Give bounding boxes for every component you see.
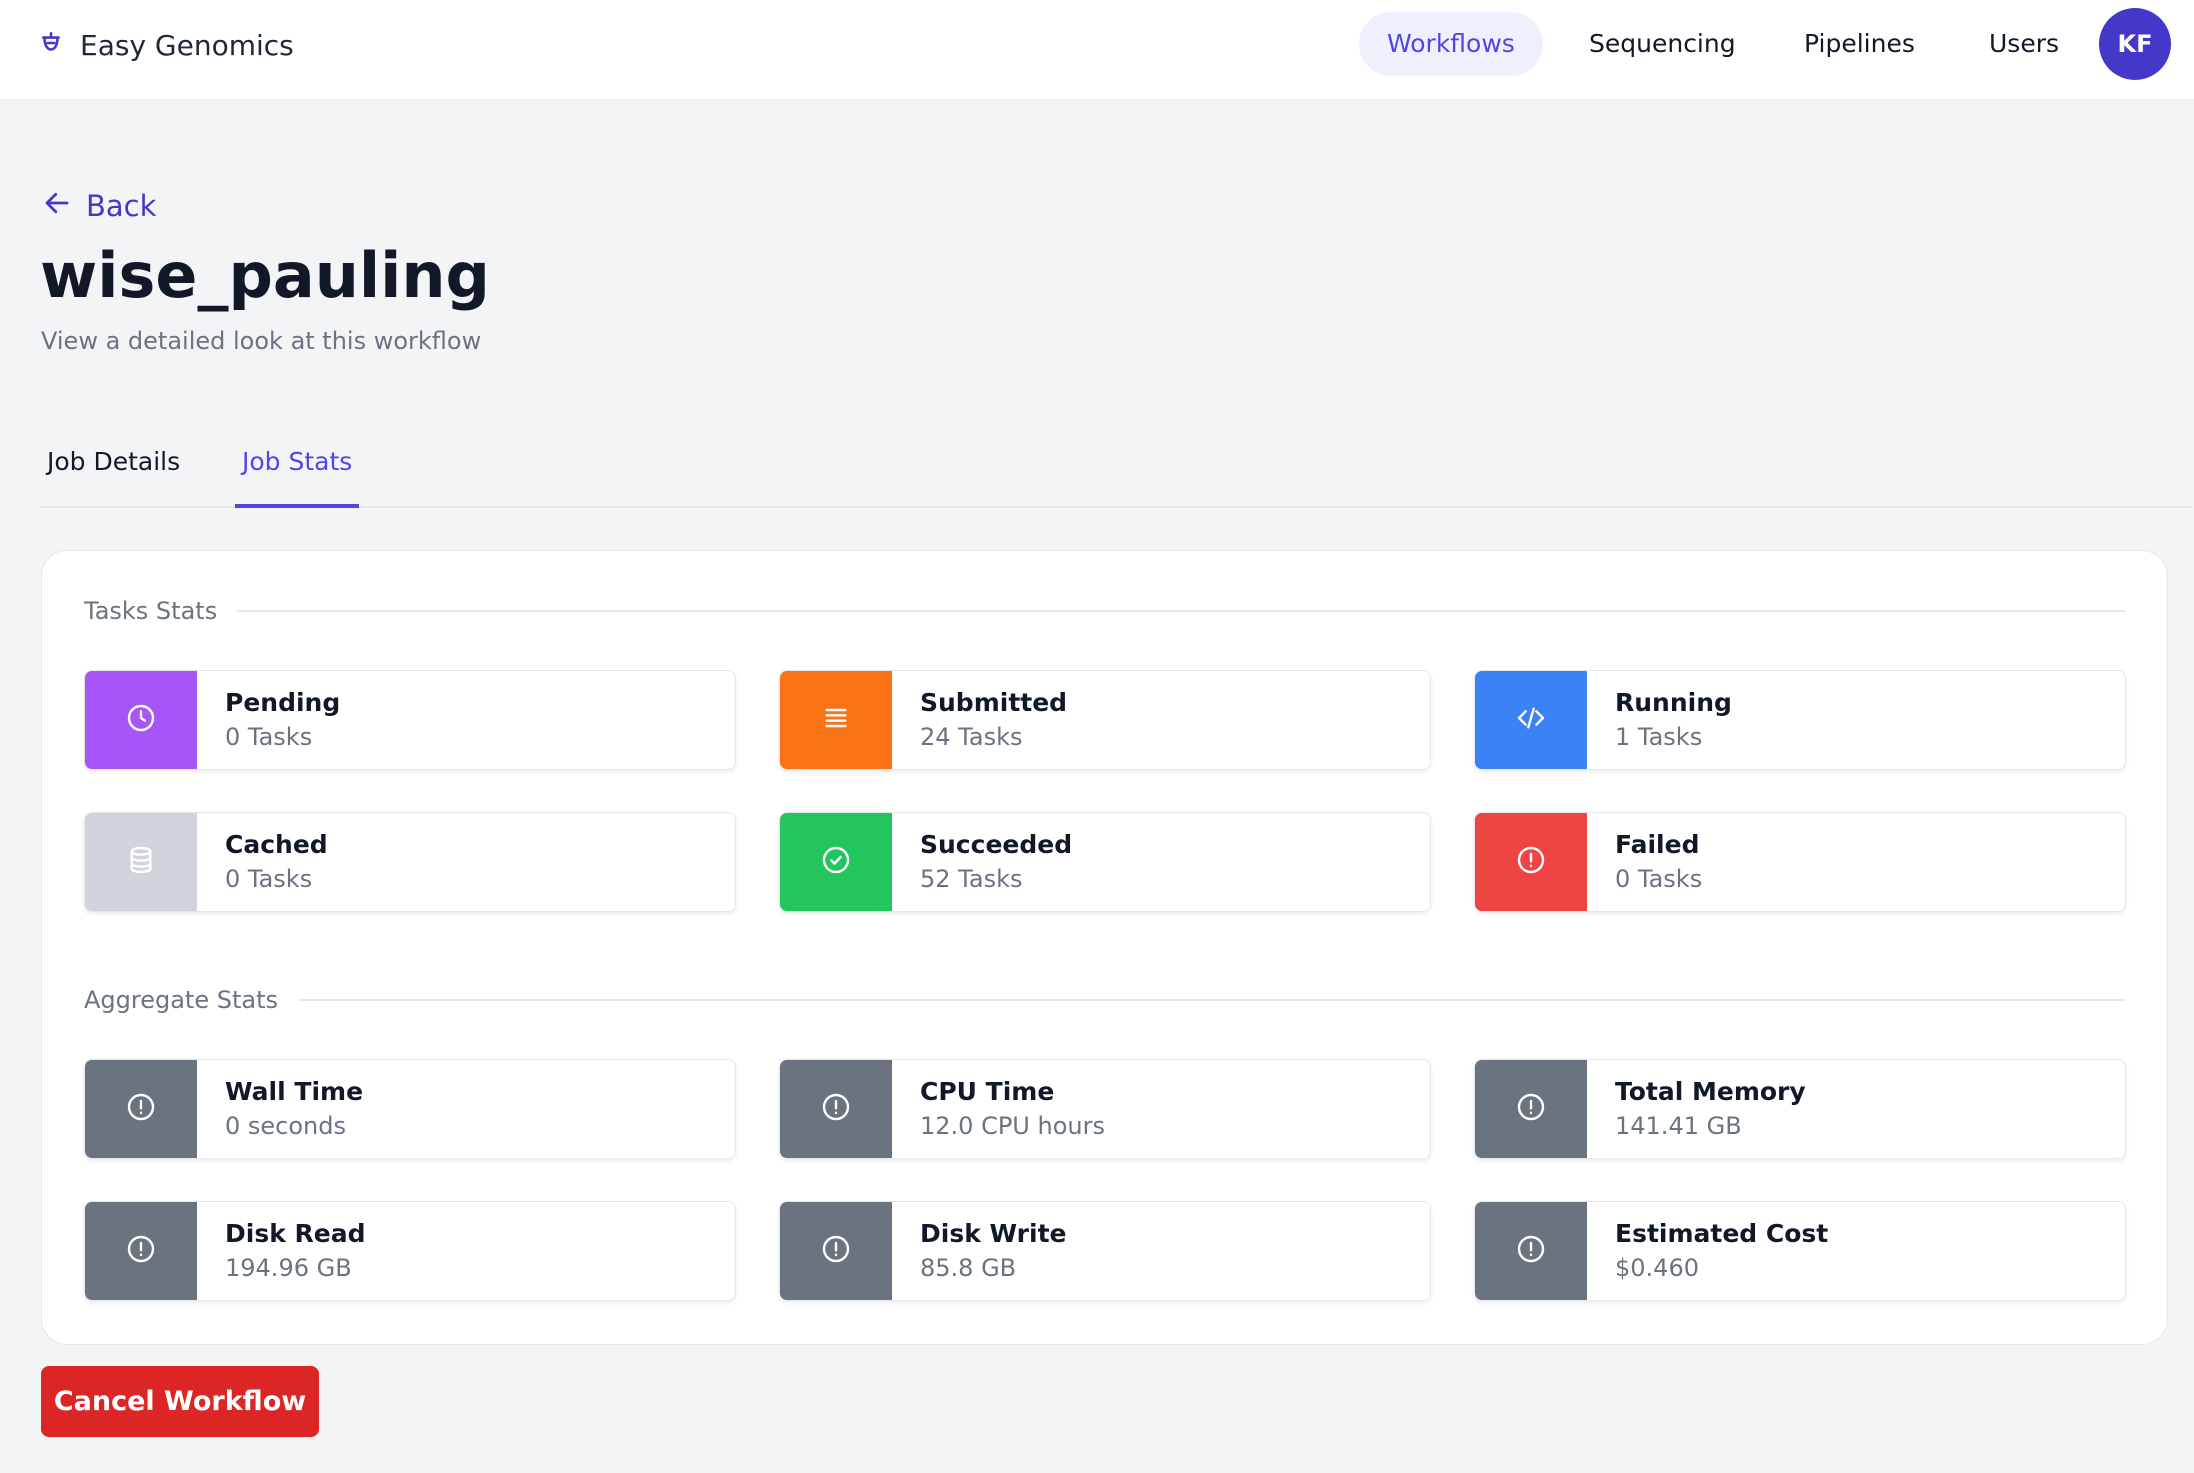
stat-card-label: Disk Write bbox=[920, 1219, 1067, 1248]
stat-card-value: 12.0 CPU hours bbox=[920, 1112, 1105, 1140]
stat-card-label: Running bbox=[1615, 688, 1732, 717]
stat-card-label: CPU Time bbox=[920, 1077, 1055, 1106]
alert-circle-icon bbox=[1515, 1233, 1547, 1269]
stat-card-estimated-cost: Estimated Cost $0.460 bbox=[1474, 1201, 2126, 1301]
alert-circle-icon bbox=[125, 1091, 157, 1127]
stat-card-cpu-time: CPU Time 12.0 CPU hours bbox=[779, 1059, 1431, 1159]
stat-card-icon-box bbox=[780, 1202, 892, 1300]
alert-circle-icon bbox=[125, 1233, 157, 1269]
page-title: wise_pauling bbox=[40, 239, 490, 312]
stat-card-wall-time: Wall Time 0 seconds bbox=[84, 1059, 736, 1159]
stat-card-value: 0 Tasks bbox=[225, 723, 313, 751]
stat-card-value: 141.41 GB bbox=[1615, 1112, 1742, 1140]
logo-icon bbox=[38, 30, 80, 60]
stat-card-label: Wall Time bbox=[225, 1077, 364, 1106]
alert-circle-icon bbox=[820, 1091, 852, 1127]
check-circle-icon bbox=[820, 844, 852, 880]
tab-job-stats[interactable]: Job Stats bbox=[235, 432, 360, 508]
user-avatar[interactable]: KF bbox=[2099, 8, 2171, 80]
stat-card-icon-box bbox=[1475, 1060, 1587, 1158]
nav-item-workflows[interactable]: Workflows bbox=[1359, 12, 1543, 76]
aggregate-stats-header: Aggregate Stats bbox=[84, 986, 2126, 1014]
stat-card-icon-box bbox=[780, 1060, 892, 1158]
tab-bar: Job Details Job Stats bbox=[40, 432, 2192, 508]
stat-card-icon-box bbox=[85, 1060, 197, 1158]
divider bbox=[298, 999, 2126, 1001]
stat-card-icon-box bbox=[780, 813, 892, 911]
stat-card-icon-box bbox=[1475, 813, 1587, 911]
stat-card-label: Succeeded bbox=[920, 830, 1073, 859]
brand[interactable]: Easy Genomics bbox=[38, 28, 294, 62]
stat-card-label: Total Memory bbox=[1615, 1077, 1806, 1106]
nav-item-pipelines[interactable]: Pipelines bbox=[1776, 12, 1943, 76]
stat-card-icon-box bbox=[1475, 1202, 1587, 1300]
app-name: Easy Genomics bbox=[80, 28, 294, 62]
stat-card-value: 24 Tasks bbox=[920, 723, 1023, 751]
stat-card-label: Disk Read bbox=[225, 1219, 366, 1248]
stat-card-label: Pending bbox=[225, 688, 341, 717]
stat-card-value: 194.96 GB bbox=[225, 1254, 352, 1282]
stats-panel: Tasks Stats Pending 0 Tasks Submitted 24… bbox=[41, 550, 2168, 1345]
stat-card-label: Cached bbox=[225, 830, 328, 859]
tasks-stats-title: Tasks Stats bbox=[84, 597, 218, 625]
divider bbox=[237, 610, 2126, 612]
stat-card-failed: Failed 0 Tasks bbox=[1474, 812, 2126, 912]
aggregate-stats-title: Aggregate Stats bbox=[84, 986, 279, 1014]
nav-item-sequencing[interactable]: Sequencing bbox=[1561, 12, 1764, 76]
stat-card-succeeded: Succeeded 52 Tasks bbox=[779, 812, 1431, 912]
stat-card-submitted: Submitted 24 Tasks bbox=[779, 670, 1431, 770]
list-icon bbox=[820, 702, 852, 738]
stat-card-disk-read: Disk Read 194.96 GB bbox=[84, 1201, 736, 1301]
stat-card-disk-write: Disk Write 85.8 GB bbox=[779, 1201, 1431, 1301]
tasks-stats-header: Tasks Stats bbox=[84, 597, 2126, 625]
stat-card-value: 1 Tasks bbox=[1615, 723, 1703, 751]
stat-card-icon-box bbox=[85, 1202, 197, 1300]
alert-circle-icon bbox=[820, 1233, 852, 1269]
tab-job-details[interactable]: Job Details bbox=[47, 432, 180, 508]
clock-icon bbox=[125, 702, 157, 738]
code-icon bbox=[1515, 702, 1547, 738]
stat-card-label: Estimated Cost bbox=[1615, 1219, 1829, 1248]
stat-card-running: Running 1 Tasks bbox=[1474, 670, 2126, 770]
back-label: Back bbox=[86, 189, 157, 223]
stat-card-label: Failed bbox=[1615, 830, 1700, 859]
stat-card-label: Submitted bbox=[920, 688, 1068, 717]
stat-card-icon-box bbox=[780, 671, 892, 769]
back-link[interactable]: Back bbox=[42, 186, 156, 226]
top-navbar: Easy Genomics Workflows Sequencing Pipel… bbox=[0, 0, 2194, 100]
alert-circle-icon bbox=[1515, 844, 1547, 880]
nav-item-users[interactable]: Users bbox=[1961, 12, 2087, 76]
stat-card-value: 85.8 GB bbox=[920, 1254, 1017, 1282]
stat-card-value: 0 Tasks bbox=[225, 865, 313, 893]
cancel-workflow-button[interactable]: Cancel Workflow bbox=[41, 1366, 319, 1437]
stat-card-value: 52 Tasks bbox=[920, 865, 1023, 893]
stat-card-value: 0 seconds bbox=[225, 1112, 346, 1140]
stat-card-total-memory: Total Memory 141.41 GB bbox=[1474, 1059, 2126, 1159]
arrow-left-icon bbox=[42, 188, 86, 225]
stat-card-icon-box bbox=[1475, 671, 1587, 769]
stat-card-pending: Pending 0 Tasks bbox=[84, 670, 736, 770]
stat-card-value: $0.460 bbox=[1615, 1254, 1699, 1282]
database-icon bbox=[125, 844, 157, 880]
stat-card-icon-box bbox=[85, 813, 197, 911]
stat-card-value: 0 Tasks bbox=[1615, 865, 1703, 893]
page-subtitle: View a detailed look at this workflow bbox=[41, 327, 482, 355]
alert-circle-icon bbox=[1515, 1091, 1547, 1127]
stat-card-icon-box bbox=[85, 671, 197, 769]
stat-card-cached: Cached 0 Tasks bbox=[84, 812, 736, 912]
